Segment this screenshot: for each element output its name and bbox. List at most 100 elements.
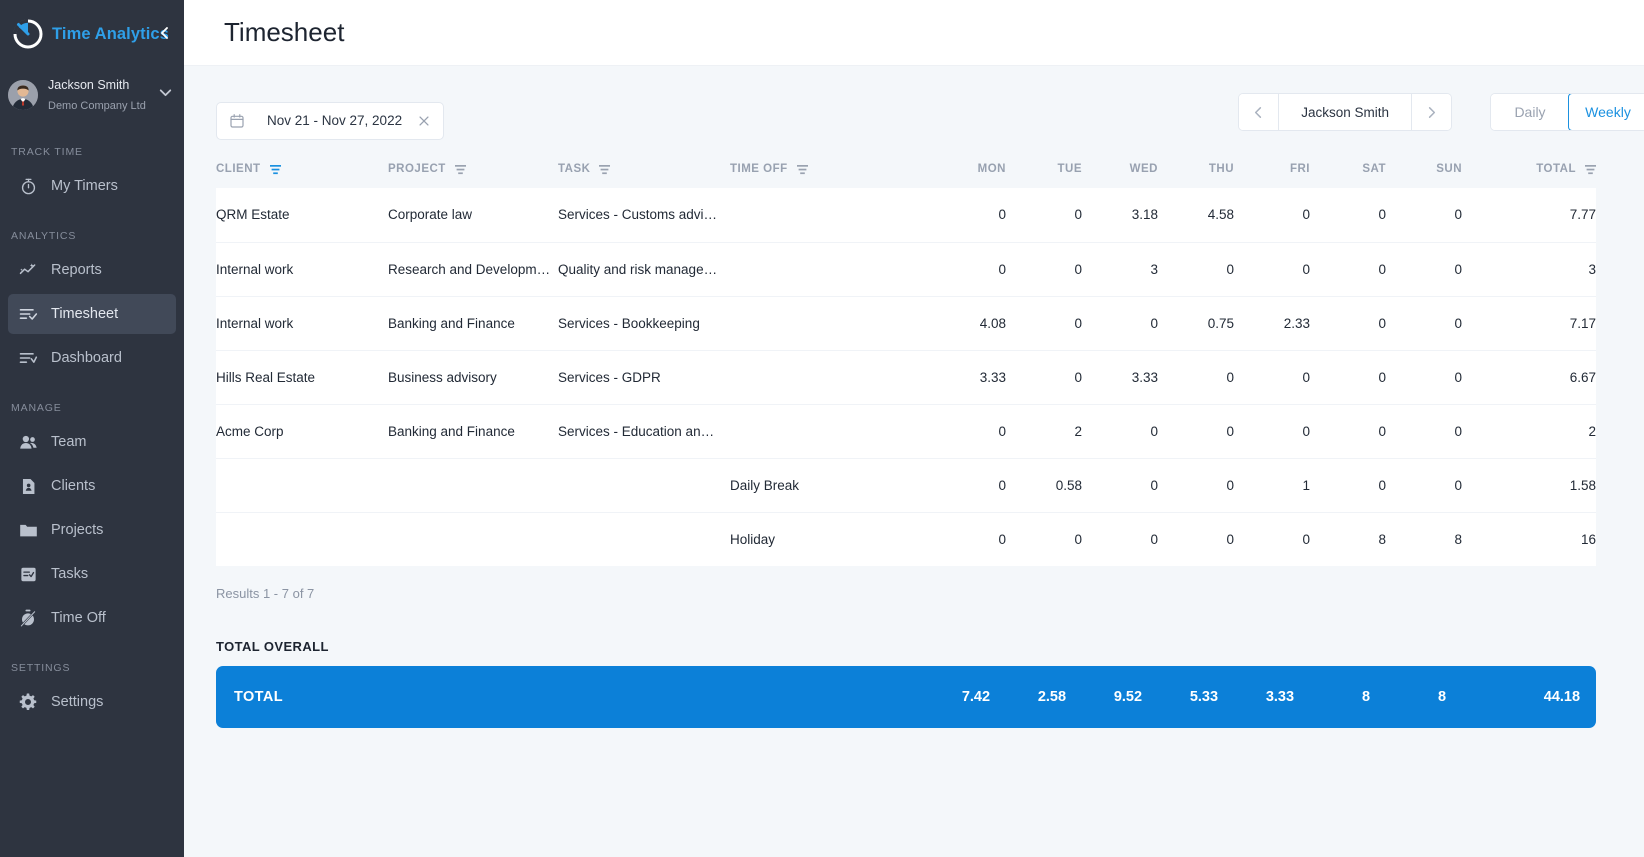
cell-mon: 0 <box>930 188 1006 243</box>
table-row[interactable]: QRM Estate Corporate law Services - Custom… <box>216 188 1596 243</box>
cell-client-text: Acme Corp <box>216 423 284 439</box>
table-row[interactable]: Internal work Research and Developm… Quali… <box>216 242 1596 297</box>
sidebar-item-label: Reports <box>51 262 102 278</box>
date-range-picker[interactable]: Nov 21 - Nov 27, 2022 <box>216 101 444 140</box>
timesheet-table-container: CLIENT PROJECT TASK TIME OFF MON TUE WED… <box>216 148 1596 566</box>
cell-project: Banking and Finance <box>388 404 558 459</box>
cell-sun: 0 <box>1386 242 1462 297</box>
cell-tue: 0 <box>1006 188 1082 243</box>
cell-project-text: Corporate law <box>388 207 473 223</box>
sidebar-item-tasks[interactable]: Tasks <box>8 554 176 594</box>
sort-icon[interactable] <box>1585 163 1596 176</box>
tab-weekly[interactable]: Weekly <box>1568 94 1644 130</box>
column-header-task[interactable]: TASK <box>558 148 730 188</box>
sidebar-item-projects[interactable]: Projects <box>8 510 176 550</box>
column-header-sat: SAT <box>1310 148 1386 188</box>
chevron-left-icon[interactable] <box>1239 94 1280 130</box>
table-row[interactable]: Holiday 0 0 0 0 0 8 8 16 <box>216 512 1596 566</box>
cell-task: Services - Bookkeeping <box>558 296 730 351</box>
cell-total: 16 <box>1462 512 1596 566</box>
cell-sat: 0 <box>1310 404 1386 459</box>
user-profile[interactable]: Jackson Smith Demo Company Ltd <box>0 68 184 122</box>
column-header-time-off[interactable]: TIME OFF <box>730 148 930 188</box>
results-count: Results 1 - 7 of 7 <box>216 586 315 601</box>
column-header-client[interactable]: CLIENT <box>216 148 388 188</box>
table-row[interactable]: Acme Corp Banking and Finance Services - E… <box>216 404 1596 459</box>
sort-icon[interactable] <box>269 163 281 176</box>
column-label: TASK <box>558 163 591 175</box>
column-label: TOTAL <box>1536 163 1576 175</box>
sort-icon[interactable] <box>454 163 466 176</box>
cell-time-off <box>730 296 930 351</box>
cell-thu: 0 <box>1158 242 1234 297</box>
sidebar: Time Analytics Jackson Smith Demo Compan… <box>0 0 184 857</box>
sidebar-item-label: Projects <box>51 522 104 538</box>
cell-total: 3 <box>1462 242 1596 297</box>
cell-client-text: QRM Estate <box>216 207 290 223</box>
gear-icon <box>16 690 40 714</box>
total-sat: 8 <box>1361 689 1371 705</box>
chevron-down-icon[interactable] <box>157 84 174 106</box>
cell-total: 1.58 <box>1462 458 1596 513</box>
sidebar-item-team[interactable]: Team <box>8 422 176 462</box>
sidebar-item-settings[interactable]: Settings <box>8 682 176 722</box>
column-header-total[interactable]: TOTAL <box>1462 148 1596 188</box>
cell-fri: 0 <box>1234 512 1310 566</box>
sidebar-item-timesheet[interactable]: Timesheet <box>8 294 176 334</box>
selected-user-name[interactable]: Jackson Smith <box>1279 105 1411 120</box>
cell-project <box>388 512 558 566</box>
cell-task-text: Services - GDPR <box>558 369 661 385</box>
brand[interactable]: Time Analytics <box>0 0 184 68</box>
cell-mon: 0 <box>930 242 1006 297</box>
close-icon[interactable] <box>417 114 431 128</box>
cell-client <box>216 512 388 566</box>
sidebar-item-dashboard[interactable]: Dashboard <box>8 338 176 378</box>
chevron-right-icon[interactable] <box>1411 94 1451 130</box>
date-range-value: Nov 21 - Nov 27, 2022 <box>267 113 403 128</box>
cell-wed: 3 <box>1082 242 1158 297</box>
cell-tue: 0 <box>1006 296 1082 351</box>
sidebar-item-reports[interactable]: Reports <box>8 250 176 290</box>
sidebar-item-label: Tasks <box>51 566 89 582</box>
cell-mon: 4.08 <box>930 296 1006 351</box>
tab-daily[interactable]: Daily <box>1491 94 1569 130</box>
cell-thu: 0.75 <box>1158 296 1234 351</box>
cell-time-off <box>730 350 930 405</box>
sidebar-item-time-off[interactable]: Time Off <box>8 598 176 638</box>
cell-task-text: Services - Customs advi… <box>558 207 718 223</box>
cell-total: 7.77 <box>1462 188 1596 243</box>
sort-icon[interactable] <box>599 163 611 176</box>
column-header-sun: SUN <box>1386 148 1462 188</box>
sidebar-collapse-icon[interactable] <box>154 22 176 44</box>
toolbar: Nov 21 - Nov 27, 2022 Jackson Smith Dail… <box>184 66 1644 148</box>
people-icon <box>16 430 40 454</box>
cell-wed: 3.18 <box>1082 188 1158 243</box>
cell-wed: 3.33 <box>1082 350 1158 405</box>
cell-time-off: Daily Break <box>730 458 930 513</box>
cell-total: 7.17 <box>1462 296 1596 351</box>
cell-task-text: Quality and risk manage… <box>558 261 718 277</box>
cell-tue: 0.58 <box>1006 458 1082 513</box>
user-company: Demo Company Ltd <box>48 100 146 112</box>
cell-project-text: Research and Developm… <box>388 261 551 277</box>
table-row[interactable]: Daily Break 0 0.58 0 0 1 0 0 1.58 <box>216 458 1596 513</box>
cell-client: Acme Corp <box>216 404 388 459</box>
sidebar-item-my-timers[interactable]: My Timers <box>8 166 176 206</box>
cell-sat: 0 <box>1310 242 1386 297</box>
table-row[interactable]: Internal work Banking and Finance Services… <box>216 296 1596 351</box>
calendar-icon <box>229 113 245 129</box>
cell-task <box>558 458 730 513</box>
cell-project-text: Business advisory <box>388 369 497 385</box>
table-row[interactable]: Hills Real Estate Business advisory Servic… <box>216 350 1596 405</box>
sidebar-item-clients[interactable]: Clients <box>8 466 176 506</box>
cell-task <box>558 512 730 566</box>
cell-sun: 0 <box>1386 188 1462 243</box>
cell-tue: 0 <box>1006 512 1082 566</box>
user-switcher: Jackson Smith <box>1238 93 1452 131</box>
nav-section-track-time: TRACK TIME <box>11 146 83 158</box>
cell-client: Hills Real Estate <box>216 350 388 405</box>
column-header-project[interactable]: PROJECT <box>388 148 558 188</box>
sort-icon[interactable] <box>796 163 808 176</box>
cell-tue: 2 <box>1006 404 1082 459</box>
sidebar-item-label: Settings <box>51 694 104 710</box>
